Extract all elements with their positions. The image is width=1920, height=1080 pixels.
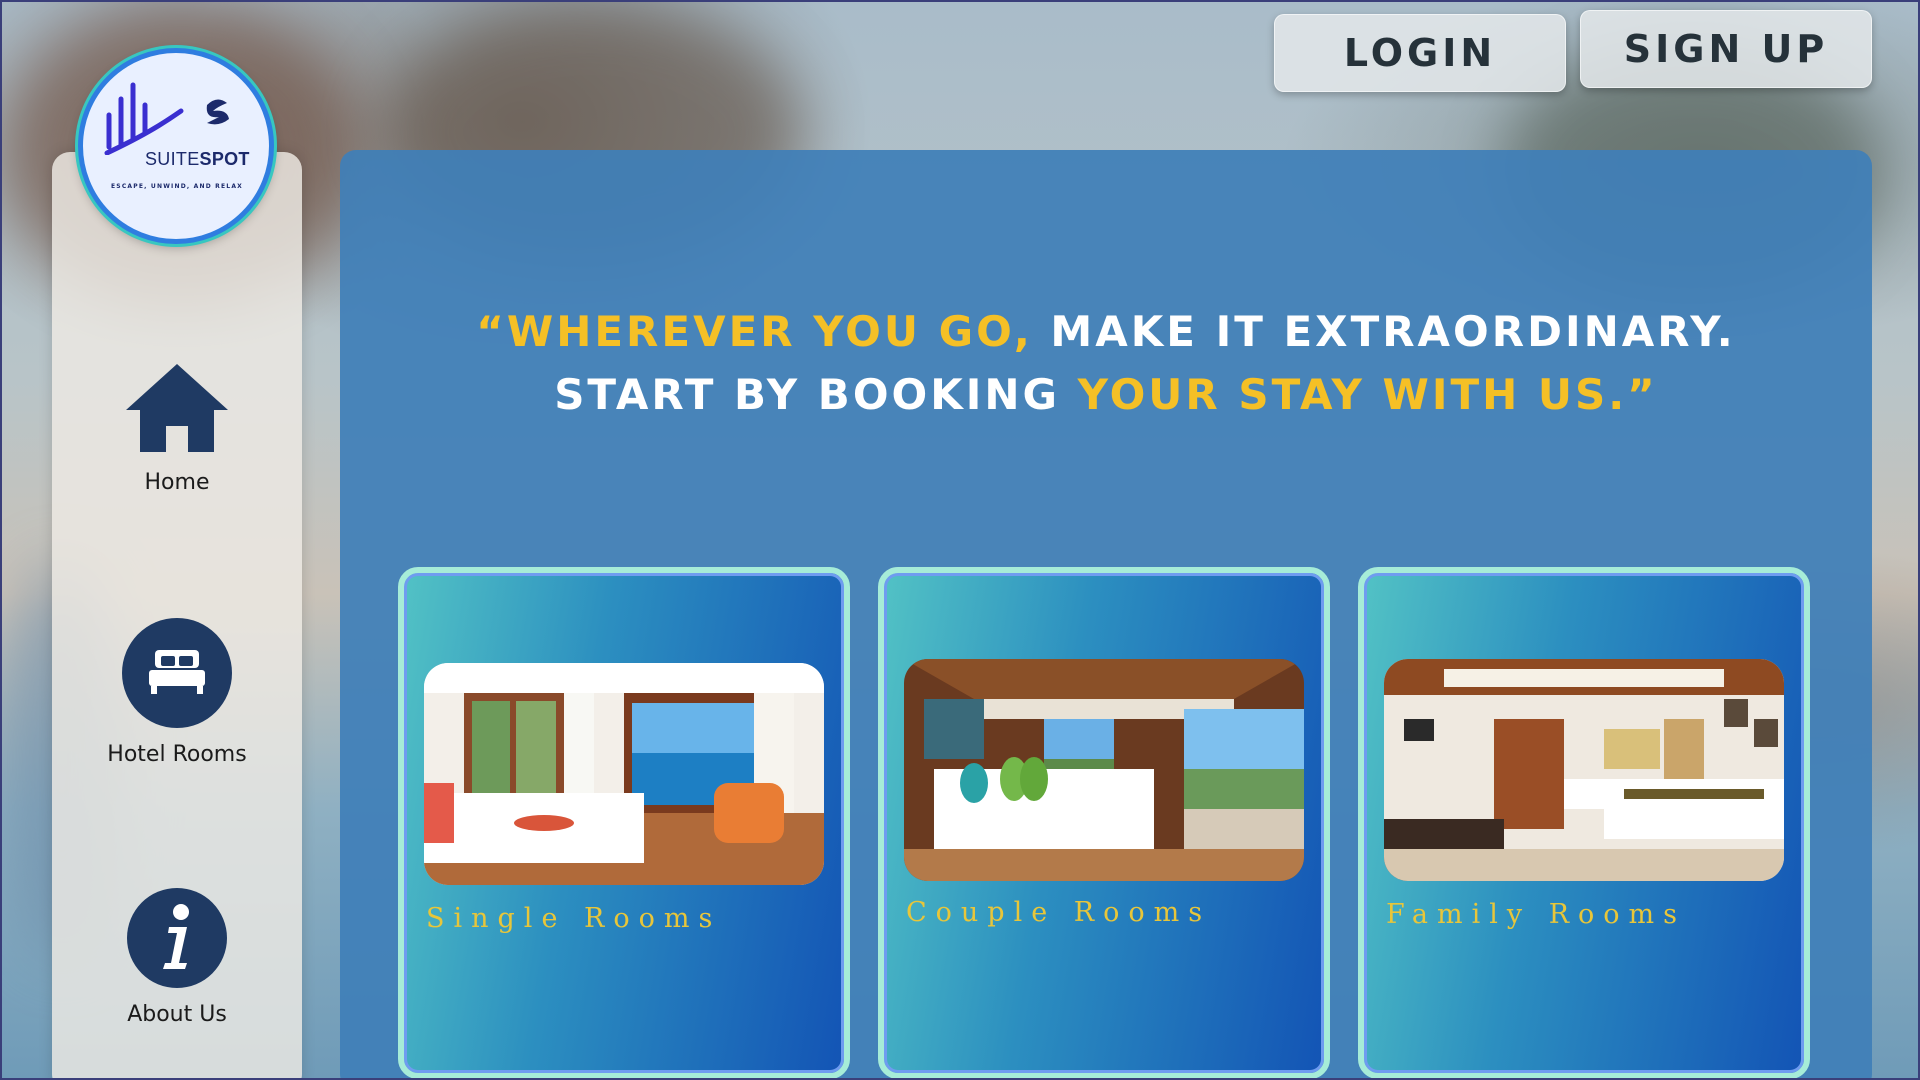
room-card-single[interactable]: Single Rooms xyxy=(398,567,850,1078)
brand-name: SUITESPOT xyxy=(145,149,250,169)
hero-text: START BY BOOKING xyxy=(554,370,1078,419)
hero-highlight: “WHEREVER YOU GO, xyxy=(476,307,1033,356)
brand-logo[interactable]: SUITESPOT ESCAPE, UNWIND, AND RELAX xyxy=(78,48,274,244)
room-card-family[interactable]: Family Rooms xyxy=(1358,567,1810,1078)
hero-text: MAKE IT EXTRAORDINARY. xyxy=(1032,307,1736,356)
sidebar-item-label: Hotel Rooms xyxy=(107,742,247,767)
brand-tagline: ESCAPE, UNWIND, AND RELAX xyxy=(111,183,243,190)
room-card-title: Family Rooms xyxy=(1386,899,1687,930)
room-photo xyxy=(1384,659,1784,881)
s-monogram-icon xyxy=(206,99,229,125)
main-panel: “WHEREVER YOU GO, MAKE IT EXTRAORDINARY.… xyxy=(340,150,1872,1078)
sidebar-item-label: Home xyxy=(144,470,210,495)
sidebar-item-about-us[interactable]: About Us xyxy=(52,888,302,1027)
room-card-couple[interactable]: Couple Rooms xyxy=(878,567,1330,1078)
room-photo xyxy=(424,663,824,885)
info-icon xyxy=(127,888,227,988)
app-screen: Home Hotel Rooms About Us SUITESPOT ESCA… xyxy=(0,0,1920,1080)
bed-icon xyxy=(122,618,232,728)
room-photo xyxy=(904,659,1304,881)
home-icon xyxy=(126,364,228,452)
sidebar-item-label: About Us xyxy=(127,1002,227,1027)
sidebar-item-home[interactable]: Home xyxy=(52,360,302,495)
signup-button[interactable]: SIGN UP xyxy=(1580,10,1872,88)
sidebar-item-hotel-rooms[interactable]: Hotel Rooms xyxy=(52,618,302,767)
skyline-icon xyxy=(104,82,229,155)
hero-tagline: “WHEREVER YOU GO, MAKE IT EXTRAORDINARY.… xyxy=(340,300,1872,426)
sidebar: Home Hotel Rooms About Us xyxy=(52,152,302,1078)
room-card-title: Couple Rooms xyxy=(906,897,1212,928)
room-card-title: Single Rooms xyxy=(426,903,722,934)
login-button[interactable]: LOGIN xyxy=(1274,14,1566,92)
hero-highlight: YOUR STAY WITH US.” xyxy=(1077,370,1658,419)
